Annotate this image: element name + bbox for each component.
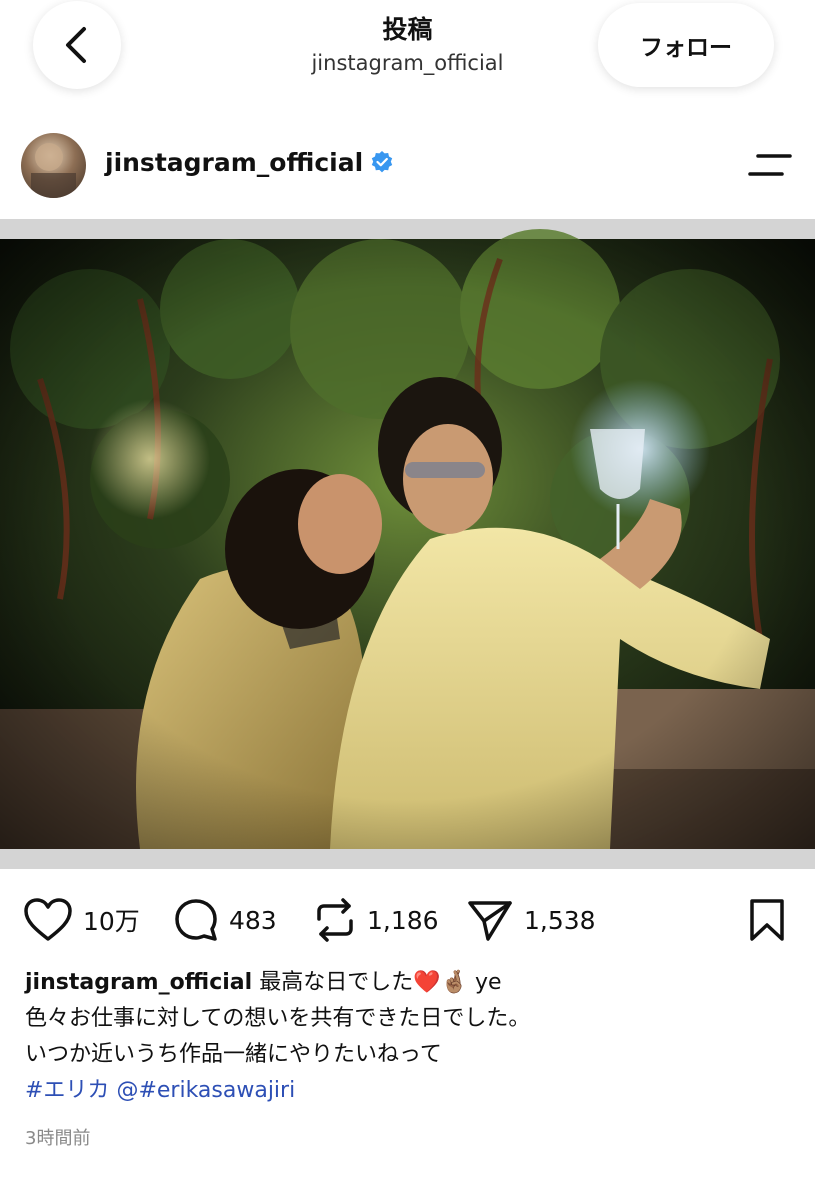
repost-button[interactable]: 1,186	[313, 890, 439, 950]
post-photo[interactable]	[0, 219, 815, 869]
post-timestamp: 3時間前	[25, 1128, 91, 1149]
post-action-bar: 10万 483 1,186 1,538	[0, 890, 815, 950]
comment-icon	[175, 899, 217, 941]
like-count: 10万	[83, 907, 140, 936]
caption-text-1: 最高な日でした❤️🤞🏽 ye	[259, 970, 502, 995]
save-button[interactable]	[748, 890, 786, 950]
caption-line-2: 色々お仕事に対しての想いを共有できた日でした。	[25, 1006, 531, 1031]
repost-count: 1,186	[367, 905, 439, 935]
share-button[interactable]: 1,538	[466, 890, 596, 950]
repost-icon	[317, 898, 353, 942]
caption-username[interactable]: jinstagram_official	[25, 970, 252, 995]
mention-link[interactable]: @#erikasawajiri	[116, 1078, 295, 1103]
share-count: 1,538	[524, 905, 596, 935]
caption-line-4: #エリカ @#erikasawajiri	[25, 1073, 795, 1109]
menu-icon[interactable]	[748, 152, 792, 178]
caption-line-3: いつか近いうち作品一緒にやりたいねって	[25, 1042, 442, 1067]
post-author-row: jinstagram_official	[0, 128, 815, 204]
hashtag-link[interactable]: #エリカ	[25, 1078, 109, 1103]
bookmark-icon	[750, 899, 784, 941]
send-icon	[468, 901, 512, 941]
post-caption: jinstagram_official 最高な日でした❤️🤞🏽 ye 色々お仕事…	[25, 965, 795, 1109]
avatar[interactable]	[21, 133, 86, 198]
avatar-image	[31, 143, 76, 198]
caption-line-1: jinstagram_official 最高な日でした❤️🤞🏽 ye	[25, 965, 795, 1001]
comment-button[interactable]: 483	[173, 890, 277, 950]
verified-badge-icon	[371, 151, 393, 173]
post-header: 投稿 jinstagram_official フォロー	[0, 0, 815, 110]
follow-button[interactable]: フォロー	[598, 3, 774, 87]
like-button[interactable]: 10万	[23, 890, 140, 950]
author-username[interactable]: jinstagram_official	[105, 148, 363, 177]
comment-count: 483	[229, 905, 277, 935]
heart-icon	[24, 898, 72, 941]
